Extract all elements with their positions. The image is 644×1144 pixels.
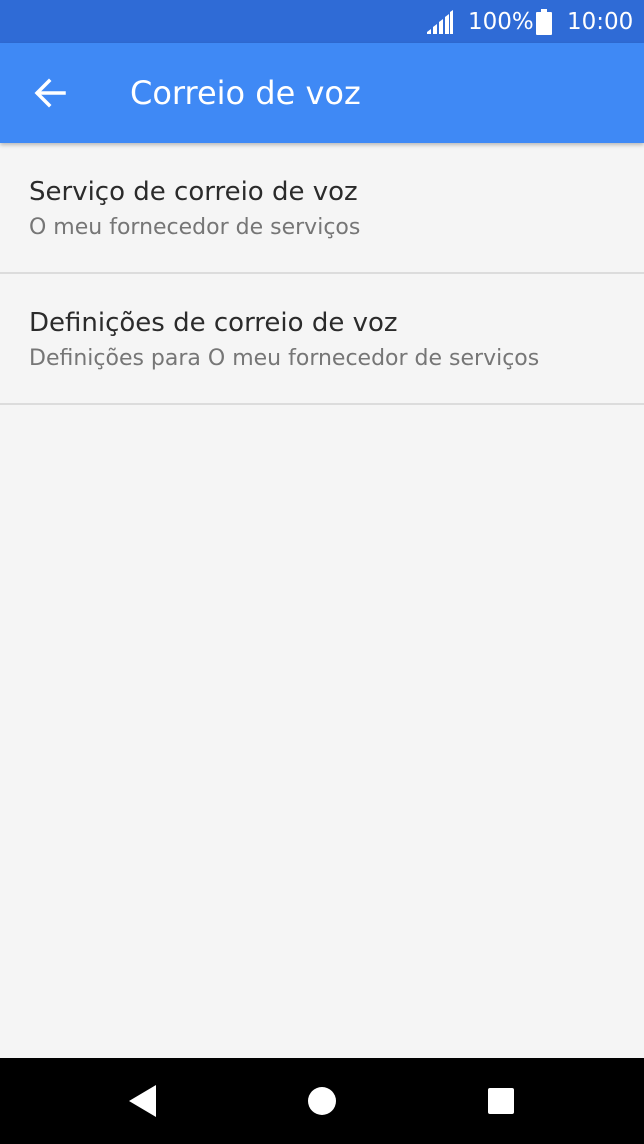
app-bar: Correio de voz <box>0 43 644 143</box>
nav-home-icon[interactable] <box>302 1081 342 1121</box>
list-item-subtitle: Definições para O meu fornecedor de serv… <box>29 346 540 371</box>
status-bar: 100% 10:00 <box>0 0 644 43</box>
page-title: Correio de voz <box>130 74 361 112</box>
arrow-left-icon[interactable] <box>30 75 70 111</box>
nav-back-icon[interactable] <box>124 1081 164 1121</box>
cell-signal-icon <box>427 10 453 34</box>
battery-icon <box>536 9 552 35</box>
voicemail-settings-item[interactable]: Definições de correio de voz Definições … <box>0 274 644 405</box>
battery-percentage: 100% <box>468 9 534 35</box>
list-item-title: Serviço de correio de voz <box>29 177 358 207</box>
list-item-title: Definições de correio de voz <box>29 308 398 338</box>
navigation-bar <box>0 1058 644 1144</box>
settings-list: Serviço de correio de voz O meu forneced… <box>0 143 644 405</box>
nav-recents-icon[interactable] <box>481 1081 521 1121</box>
voicemail-service-item[interactable]: Serviço de correio de voz O meu forneced… <box>0 143 644 274</box>
status-clock: 10:00 <box>567 9 634 35</box>
list-item-subtitle: O meu fornecedor de serviços <box>29 215 361 240</box>
